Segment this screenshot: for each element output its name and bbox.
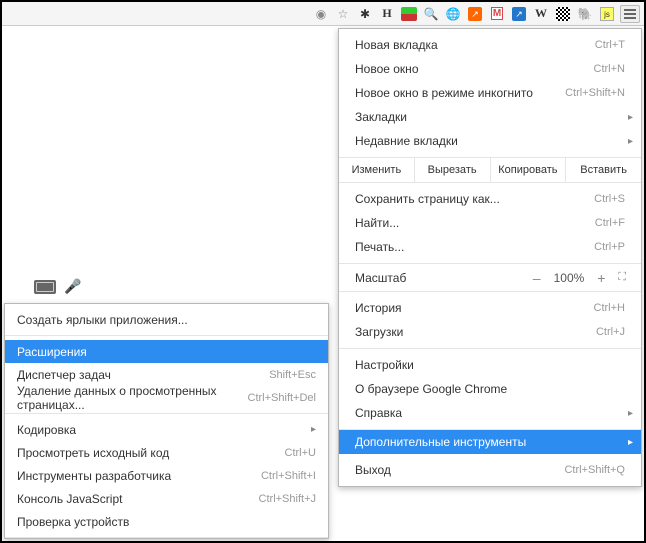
chrome-main-menu: Новая вкладкаCtrl+T Новое окноCtrl+N Нов…	[338, 28, 642, 487]
zoom-in-button[interactable]: +	[594, 270, 608, 286]
menu-new-tab[interactable]: Новая вкладкаCtrl+T	[339, 33, 641, 57]
menu-copy[interactable]: Копировать	[491, 158, 567, 182]
star-icon[interactable]: ☆	[334, 5, 352, 23]
qr-icon[interactable]	[554, 5, 572, 23]
keyboard-icon[interactable]	[34, 280, 56, 294]
blue-icon[interactable]: ↗	[510, 5, 528, 23]
sub-devtools[interactable]: Инструменты разработчикаCtrl+Shift+I	[5, 464, 328, 487]
microphone-icon[interactable]: 🎤	[64, 278, 81, 295]
menu-exit[interactable]: ВыходCtrl+Shift+Q	[339, 458, 641, 482]
menu-history[interactable]: ИсторияCtrl+H	[339, 296, 641, 320]
h-icon[interactable]: H	[378, 5, 396, 23]
menu-save-as[interactable]: Сохранить страницу как...Ctrl+S	[339, 187, 641, 211]
menu-more-tools[interactable]: Дополнительные инструменты	[339, 430, 641, 454]
sub-js-console[interactable]: Консоль JavaScriptCtrl+Shift+J	[5, 487, 328, 510]
evernote-icon[interactable]: 🐘	[576, 5, 594, 23]
menu-settings[interactable]: Настройки	[339, 353, 641, 377]
w-icon[interactable]: W	[532, 5, 550, 23]
zoom-out-button[interactable]: –	[530, 270, 544, 286]
menu-cut[interactable]: Вырезать	[415, 158, 491, 182]
sub-inspect-devices[interactable]: Проверка устройств	[5, 510, 328, 533]
more-tools-submenu: Создать ярлыки приложения... Расширения …	[4, 303, 329, 539]
js-icon[interactable]: js	[598, 5, 616, 23]
menu-help[interactable]: Справка	[339, 401, 641, 425]
gmail-icon[interactable]: M	[488, 5, 506, 23]
menu-recent-tabs[interactable]: Недавние вкладки	[339, 129, 641, 153]
menu-paste[interactable]: Вставить	[566, 158, 641, 182]
zoom-value: 100%	[554, 271, 585, 285]
bug-icon[interactable]: ✱	[356, 5, 374, 23]
menu-downloads[interactable]: ЗагрузкиCtrl+J	[339, 320, 641, 344]
menu-zoom-row: Масштаб – 100% + ⛶	[339, 264, 641, 292]
search-icon[interactable]: 🔍	[422, 5, 440, 23]
colorblock-icon[interactable]	[400, 5, 418, 23]
globe-icon[interactable]: 🌐	[444, 5, 462, 23]
menu-print[interactable]: Печать...Ctrl+P	[339, 235, 641, 259]
zoom-label: Масштаб	[355, 271, 530, 285]
sub-encoding[interactable]: Кодировка	[5, 418, 328, 441]
menu-edit[interactable]: Изменить	[339, 158, 415, 182]
menu-new-window[interactable]: Новое окноCtrl+N	[339, 57, 641, 81]
menu-about[interactable]: О браузере Google Chrome	[339, 377, 641, 401]
search-bar-snippet: 🎤	[34, 278, 81, 295]
orange-icon[interactable]: ↗	[466, 5, 484, 23]
sub-clear-data[interactable]: Удаление данных о просмотренных страница…	[5, 386, 328, 409]
sub-create-shortcuts[interactable]: Создать ярлыки приложения...	[5, 308, 328, 331]
hamburger-menu-button[interactable]	[620, 5, 640, 23]
browser-toolbar: ◉ ☆ ✱ H 🔍 🌐 ↗ M ↗ W 🐘 js	[2, 2, 644, 26]
sub-view-source[interactable]: Просмотреть исходный кодCtrl+U	[5, 441, 328, 464]
eye-icon[interactable]: ◉	[312, 5, 330, 23]
menu-bookmarks[interactable]: Закладки	[339, 105, 641, 129]
sub-extensions[interactable]: Расширения	[5, 340, 328, 363]
menu-incognito[interactable]: Новое окно в режиме инкогнитоCtrl+Shift+…	[339, 81, 641, 105]
menu-edit-row: Изменить Вырезать Копировать Вставить	[339, 158, 641, 183]
fullscreen-button[interactable]: ⛶	[618, 271, 625, 284]
menu-find[interactable]: Найти...Ctrl+F	[339, 211, 641, 235]
